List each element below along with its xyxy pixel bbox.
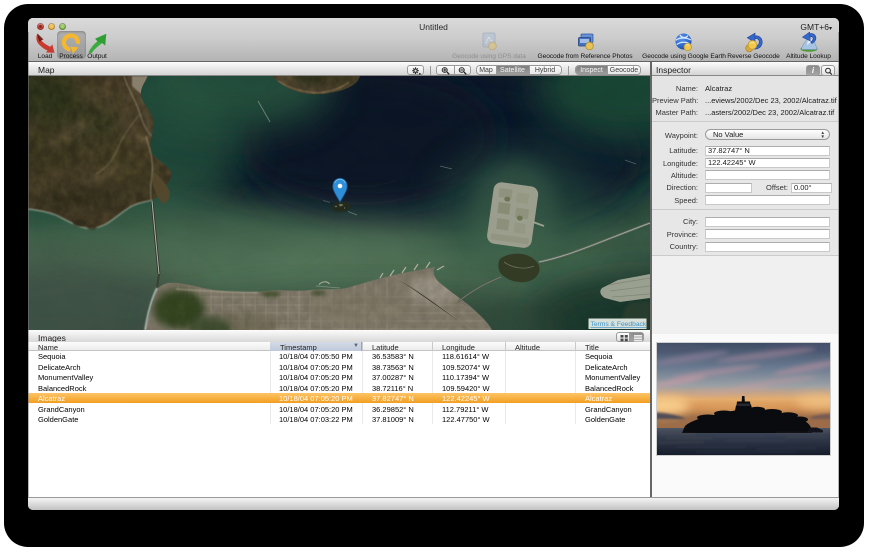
svg-text:Terms & Feedback: Terms & Feedback — [591, 321, 647, 328]
